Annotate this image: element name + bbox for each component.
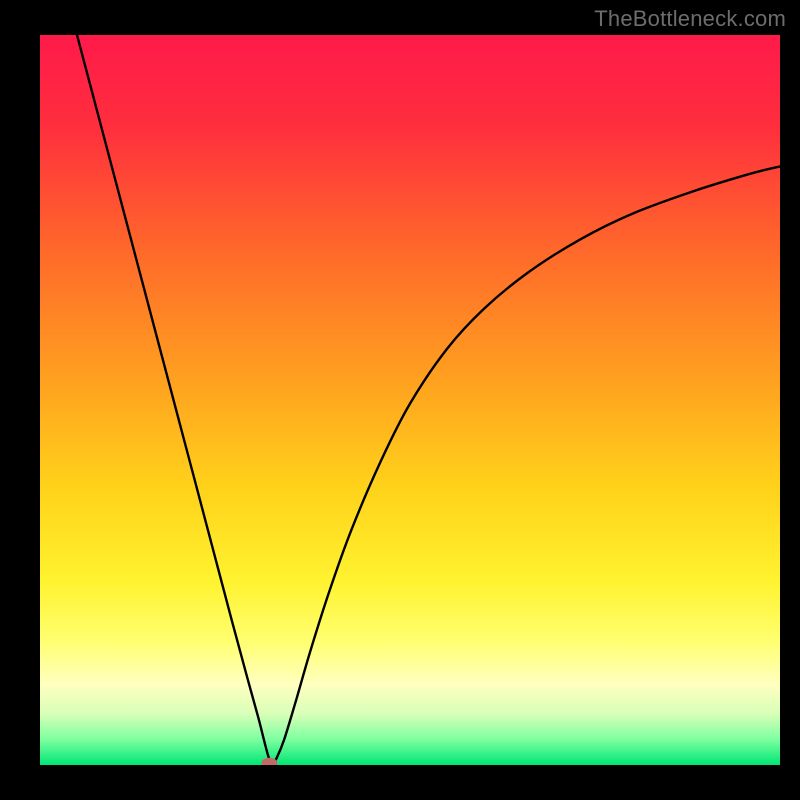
watermark-text: TheBottleneck.com	[594, 6, 786, 32]
plot-area	[40, 35, 780, 765]
bottleneck-chart	[40, 35, 780, 765]
gradient-background	[40, 35, 780, 765]
chart-frame: TheBottleneck.com	[0, 0, 800, 800]
